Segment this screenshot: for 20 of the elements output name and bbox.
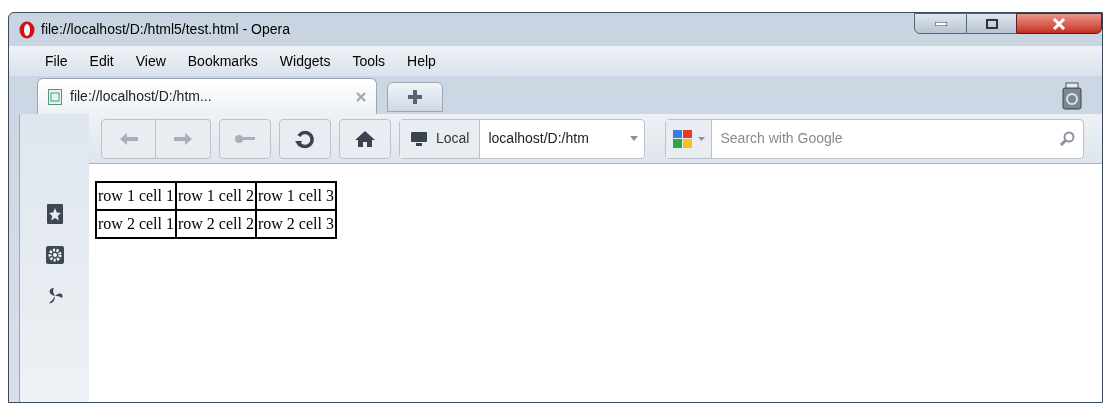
menu-item[interactable]: Widgets (279, 50, 331, 72)
table-cell: row 1 cell 3 (255, 182, 336, 210)
menu-item[interactable]: View (135, 50, 166, 72)
browser-tab[interactable]: file://localhost/D:/htm... (37, 78, 377, 114)
menu-item[interactable]: File (45, 50, 68, 72)
menu-item[interactable]: Edit (89, 50, 114, 72)
search-field[interactable]: Search with Google (712, 128, 1059, 149)
address-field[interactable]: localhost/D:/htm (480, 119, 631, 158)
window-title: file://localhost/D:/html5/test.html - Opera (41, 20, 290, 39)
address-bar[interactable]: Local localhost/D:/htm (399, 118, 646, 159)
table-cell: row 1 cell 2 (176, 182, 256, 210)
menu-item[interactable]: Bookmarks (187, 50, 258, 72)
table-cell: row 1 cell 1 (96, 182, 176, 210)
menu-item[interactable]: Tools (352, 50, 386, 72)
location-badge[interactable]: Local (400, 119, 481, 158)
table-cell: row 2 cell 3 (255, 210, 336, 238)
menu-item[interactable]: Help (407, 50, 436, 72)
table-cell: row 2 cell 1 (96, 210, 176, 238)
table-cell: row 2 cell 2 (176, 210, 256, 238)
search-bar[interactable]: Search with Google (665, 118, 1084, 159)
